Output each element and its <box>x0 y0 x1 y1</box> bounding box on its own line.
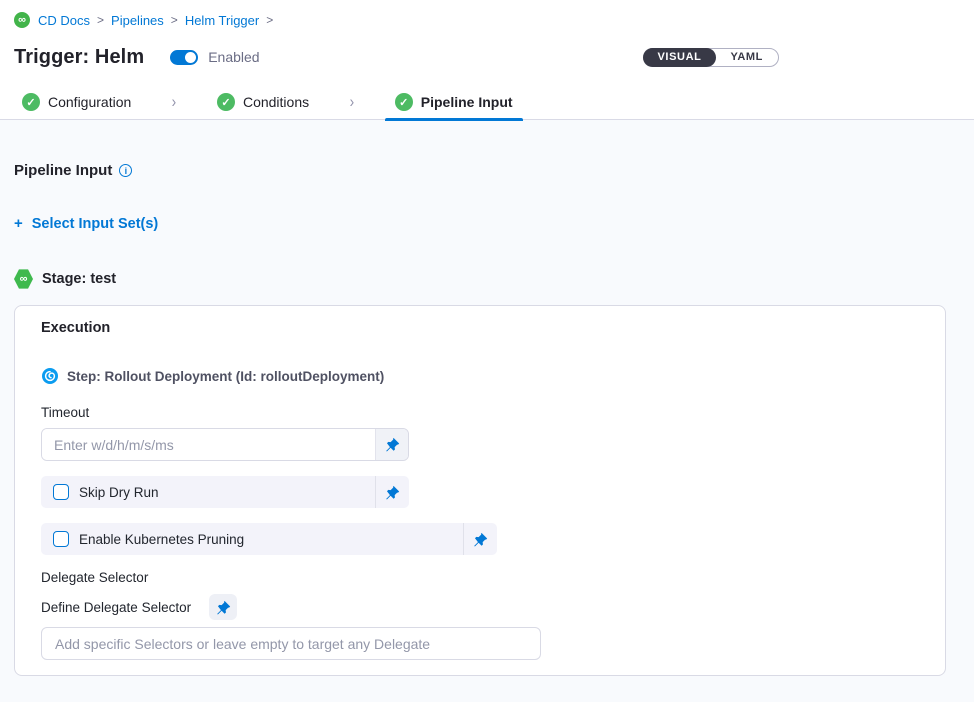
info-icon[interactable]: i <box>119 164 132 177</box>
chevron-right-icon: › <box>172 92 177 112</box>
yaml-toggle-button[interactable]: YAML <box>715 48 778 67</box>
breadcrumb-pipelines[interactable]: Pipelines <box>111 13 164 28</box>
section-title: Pipeline Input <box>14 162 112 179</box>
tab-conditions[interactable]: ✓ Conditions <box>207 85 319 120</box>
pipeline-input-panel: Pipeline Input i + Select Input Set(s) ∞… <box>0 120 974 702</box>
chevron-right-icon: › <box>350 92 355 112</box>
enabled-label: Enabled <box>208 49 259 65</box>
checkbox-label: Skip Dry Run <box>79 485 159 500</box>
select-input-sets-label: Select Input Set(s) <box>32 216 159 232</box>
breadcrumb: ∞ CD Docs > Pipelines > Helm Trigger > <box>14 10 960 30</box>
tab-label: Conditions <box>243 94 309 110</box>
delegate-selector-label: Delegate Selector <box>41 570 919 585</box>
step-label: Step: Rollout Deployment (Id: rolloutDep… <box>67 369 384 384</box>
step-row: Step: Rollout Deployment (Id: rolloutDep… <box>41 367 919 385</box>
breadcrumb-helm-trigger[interactable]: Helm Trigger <box>185 13 259 28</box>
rollout-step-icon <box>41 367 59 385</box>
breadcrumb-separator: > <box>97 13 104 27</box>
stage-label: Stage: test <box>42 271 116 287</box>
enable-kubernetes-pruning-checkbox[interactable] <box>53 531 69 547</box>
breadcrumb-cd-docs[interactable]: CD Docs <box>38 13 90 28</box>
page-title: Trigger: Helm <box>14 46 144 69</box>
enabled-toggle[interactable] <box>170 50 198 65</box>
toggle-knob <box>185 52 196 63</box>
breadcrumb-separator: > <box>266 13 273 27</box>
pin-icon[interactable] <box>464 532 497 547</box>
timeout-field-group <box>41 428 409 461</box>
harness-logo-icon: ∞ <box>14 12 30 28</box>
delegate-selector-input[interactable] <box>41 627 541 660</box>
wizard-tabbar: ✓ Configuration › ✓ Conditions › ✓ Pipel… <box>0 85 974 120</box>
timeout-label: Timeout <box>41 405 919 420</box>
tab-pipeline-input[interactable]: ✓ Pipeline Input <box>385 85 523 120</box>
check-icon: ✓ <box>395 93 413 111</box>
tab-configuration[interactable]: ✓ Configuration <box>12 85 141 120</box>
execution-title: Execution <box>41 320 919 336</box>
skip-dry-run-row: Skip Dry Run <box>41 476 409 508</box>
pin-icon[interactable] <box>209 594 237 620</box>
title-row: Trigger: Helm Enabled VISUAL YAML <box>14 42 960 72</box>
visual-toggle-button[interactable]: VISUAL <box>643 48 717 67</box>
breadcrumb-separator: > <box>171 13 178 27</box>
page-header: ∞ CD Docs > Pipelines > Helm Trigger > T… <box>0 0 974 72</box>
timeout-input[interactable] <box>42 429 375 460</box>
execution-card: Execution Step: Rollout Deployment (Id: … <box>14 305 946 676</box>
checkbox-label: Enable Kubernetes Pruning <box>79 532 244 547</box>
stage-row[interactable]: ∞ Stage: test <box>14 269 116 289</box>
pin-icon[interactable] <box>376 485 409 500</box>
visual-yaml-switch: VISUAL YAML <box>643 48 780 67</box>
plus-icon: + <box>14 215 23 232</box>
cd-stage-icon: ∞ <box>14 269 33 289</box>
define-delegate-label: Define Delegate Selector <box>41 600 191 615</box>
skip-dry-run-checkbox[interactable] <box>53 484 69 500</box>
select-input-sets-link[interactable]: + Select Input Set(s) <box>14 215 158 232</box>
tab-label: Pipeline Input <box>421 94 513 110</box>
check-icon: ✓ <box>217 93 235 111</box>
pin-icon[interactable] <box>375 429 408 460</box>
define-delegate-row: Define Delegate Selector <box>41 594 919 620</box>
check-icon: ✓ <box>22 93 40 111</box>
tab-label: Configuration <box>48 94 131 110</box>
section-head: Pipeline Input i <box>14 162 960 179</box>
enable-kubernetes-pruning-row: Enable Kubernetes Pruning <box>41 523 497 555</box>
